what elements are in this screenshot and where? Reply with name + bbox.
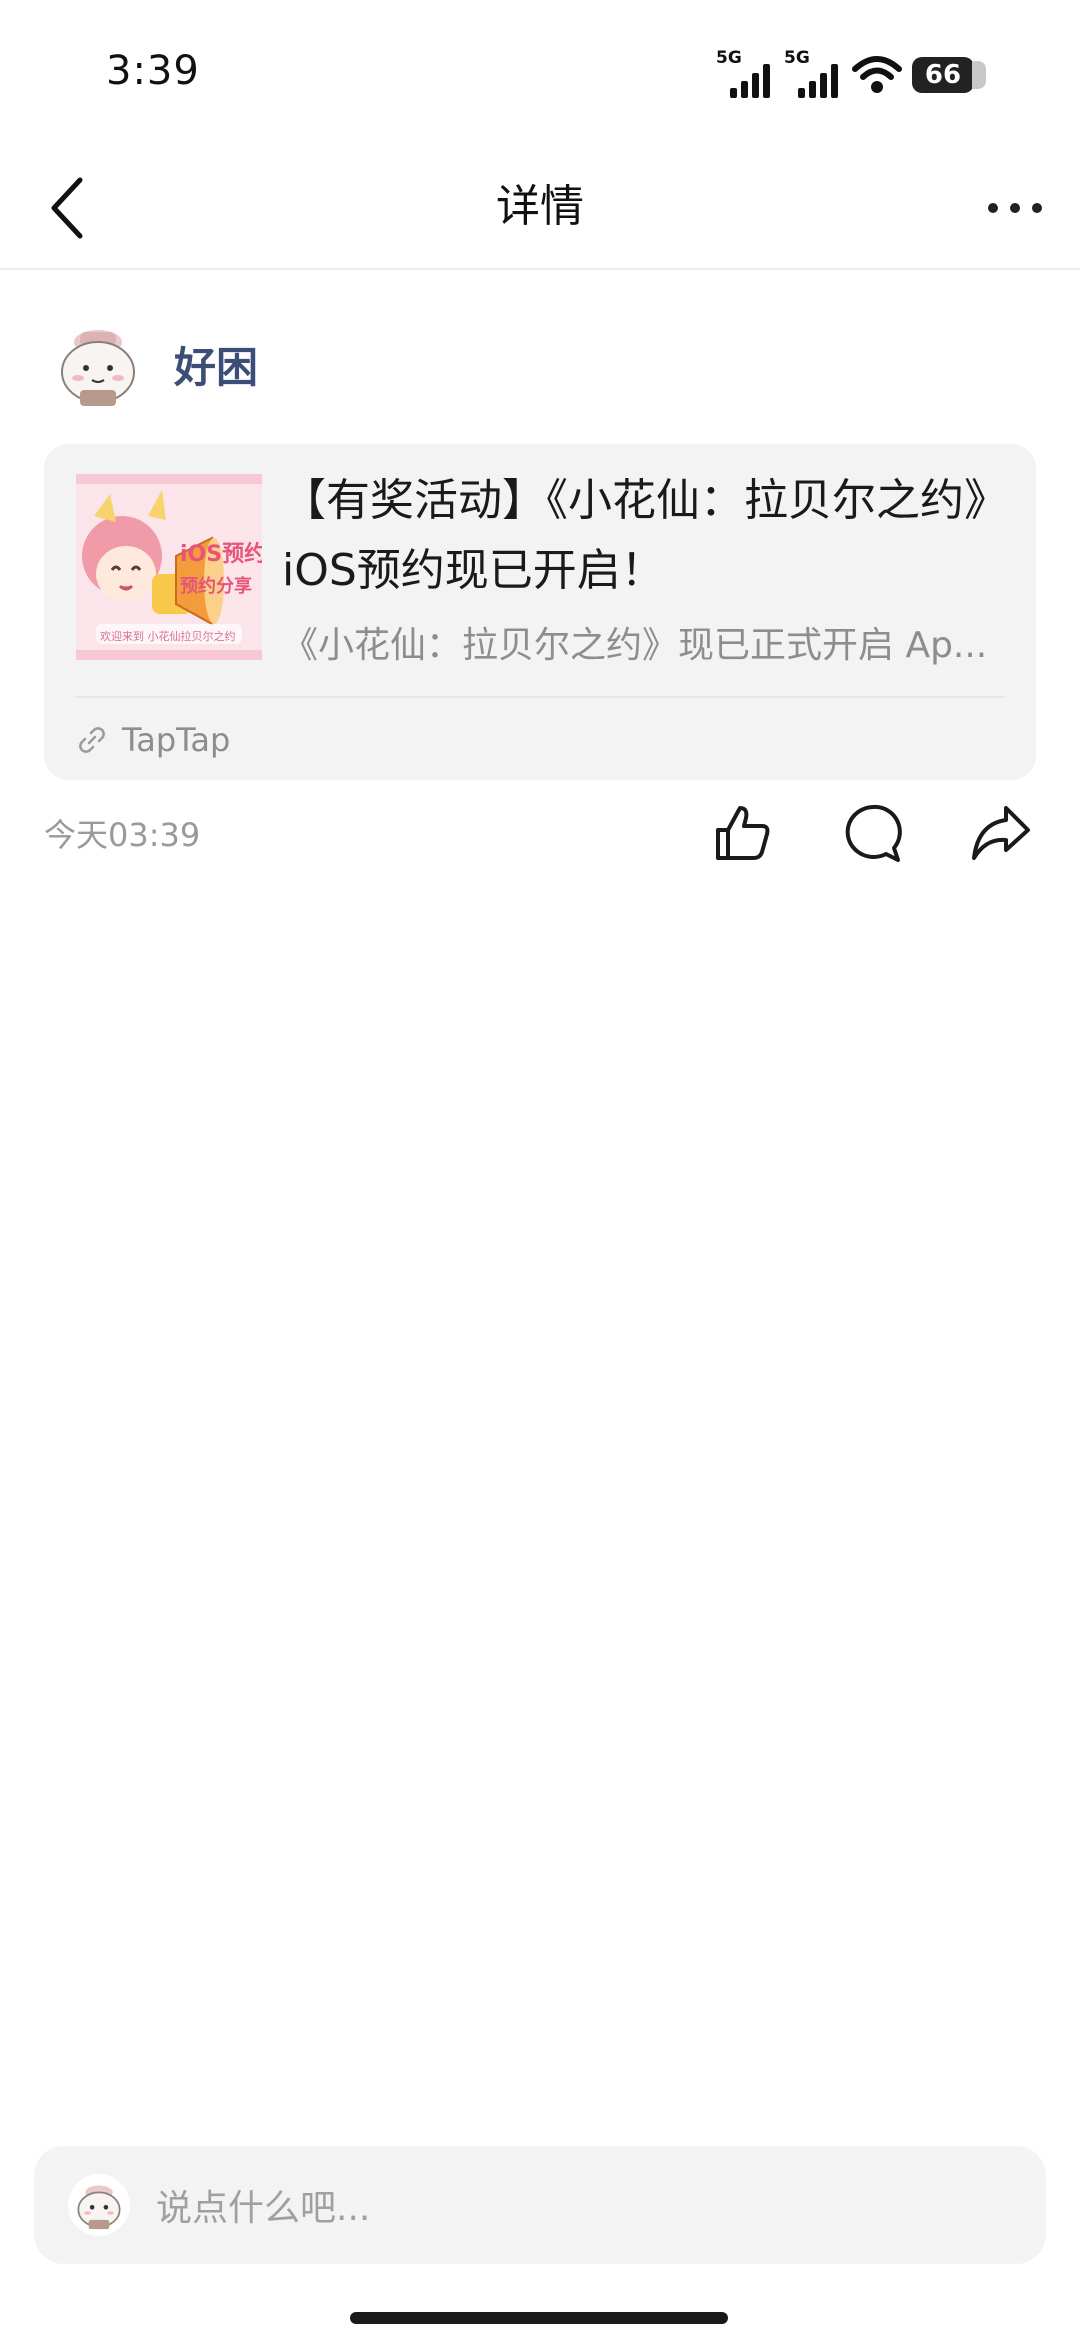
link-icon xyxy=(79,727,105,753)
card-description: 《小花仙：拉贝尔之约》现已正式开启 Ap... xyxy=(282,625,988,666)
card-source: TapTap xyxy=(76,712,230,768)
author-name[interactable]: 好困 xyxy=(174,334,258,395)
post-timestamp: 今天03:39 xyxy=(44,816,201,854)
status-bar: 3:39 5G 5G 66 xyxy=(0,0,1080,140)
home-indicator[interactable] xyxy=(350,2312,728,2324)
signal-icon: 5G xyxy=(784,48,842,98)
thumbnail-subline: 预约分享 xyxy=(180,576,252,597)
card-thumbnail: iOS预约 预约分享 欢迎来到 小花仙拉贝尔之约 xyxy=(76,474,262,660)
comment-button[interactable] xyxy=(840,800,906,866)
thumbnail-footer: 欢迎来到 小花仙拉贝尔之约 xyxy=(100,630,236,643)
avatar[interactable] xyxy=(44,310,152,418)
like-icon xyxy=(716,806,770,860)
comment-icon xyxy=(845,804,902,862)
battery-icon: 66 xyxy=(912,57,986,93)
status-time: 3:39 xyxy=(106,48,200,94)
more-button[interactable] xyxy=(970,168,1060,248)
like-button[interactable] xyxy=(710,800,776,866)
card-divider xyxy=(76,696,1004,698)
more-icon xyxy=(988,203,1042,213)
signal-icon: 5G xyxy=(716,48,774,98)
comment-bar[interactable]: 说点什么吧... xyxy=(34,2146,1046,2264)
nav-bar: 详情 xyxy=(0,140,1080,270)
link-card[interactable]: iOS预约 预约分享 欢迎来到 小花仙拉贝尔之约 【有奖活动】《小花仙：拉贝尔之… xyxy=(44,444,1036,780)
share-icon xyxy=(972,806,1030,860)
status-icons: 5G 5G 66 xyxy=(716,48,986,98)
avatar-illustration-icon xyxy=(68,2174,130,2236)
author-row[interactable]: 好困 xyxy=(44,310,258,418)
card-title: 【有奖活动】《小花仙：拉贝尔之约》iOS预约现已开启！ xyxy=(282,475,986,596)
share-button[interactable] xyxy=(968,800,1034,866)
avatar-illustration-icon xyxy=(44,310,152,418)
thumbnail-headline: iOS预约 xyxy=(180,542,262,567)
wifi-icon xyxy=(852,56,902,93)
avatar xyxy=(68,2174,130,2236)
post-meta-row: 今天03:39 xyxy=(44,800,1036,862)
comment-input[interactable]: 说点什么吧... xyxy=(156,2179,370,2231)
card-source-label: TapTap xyxy=(122,721,231,759)
page-title: 详情 xyxy=(496,181,584,232)
